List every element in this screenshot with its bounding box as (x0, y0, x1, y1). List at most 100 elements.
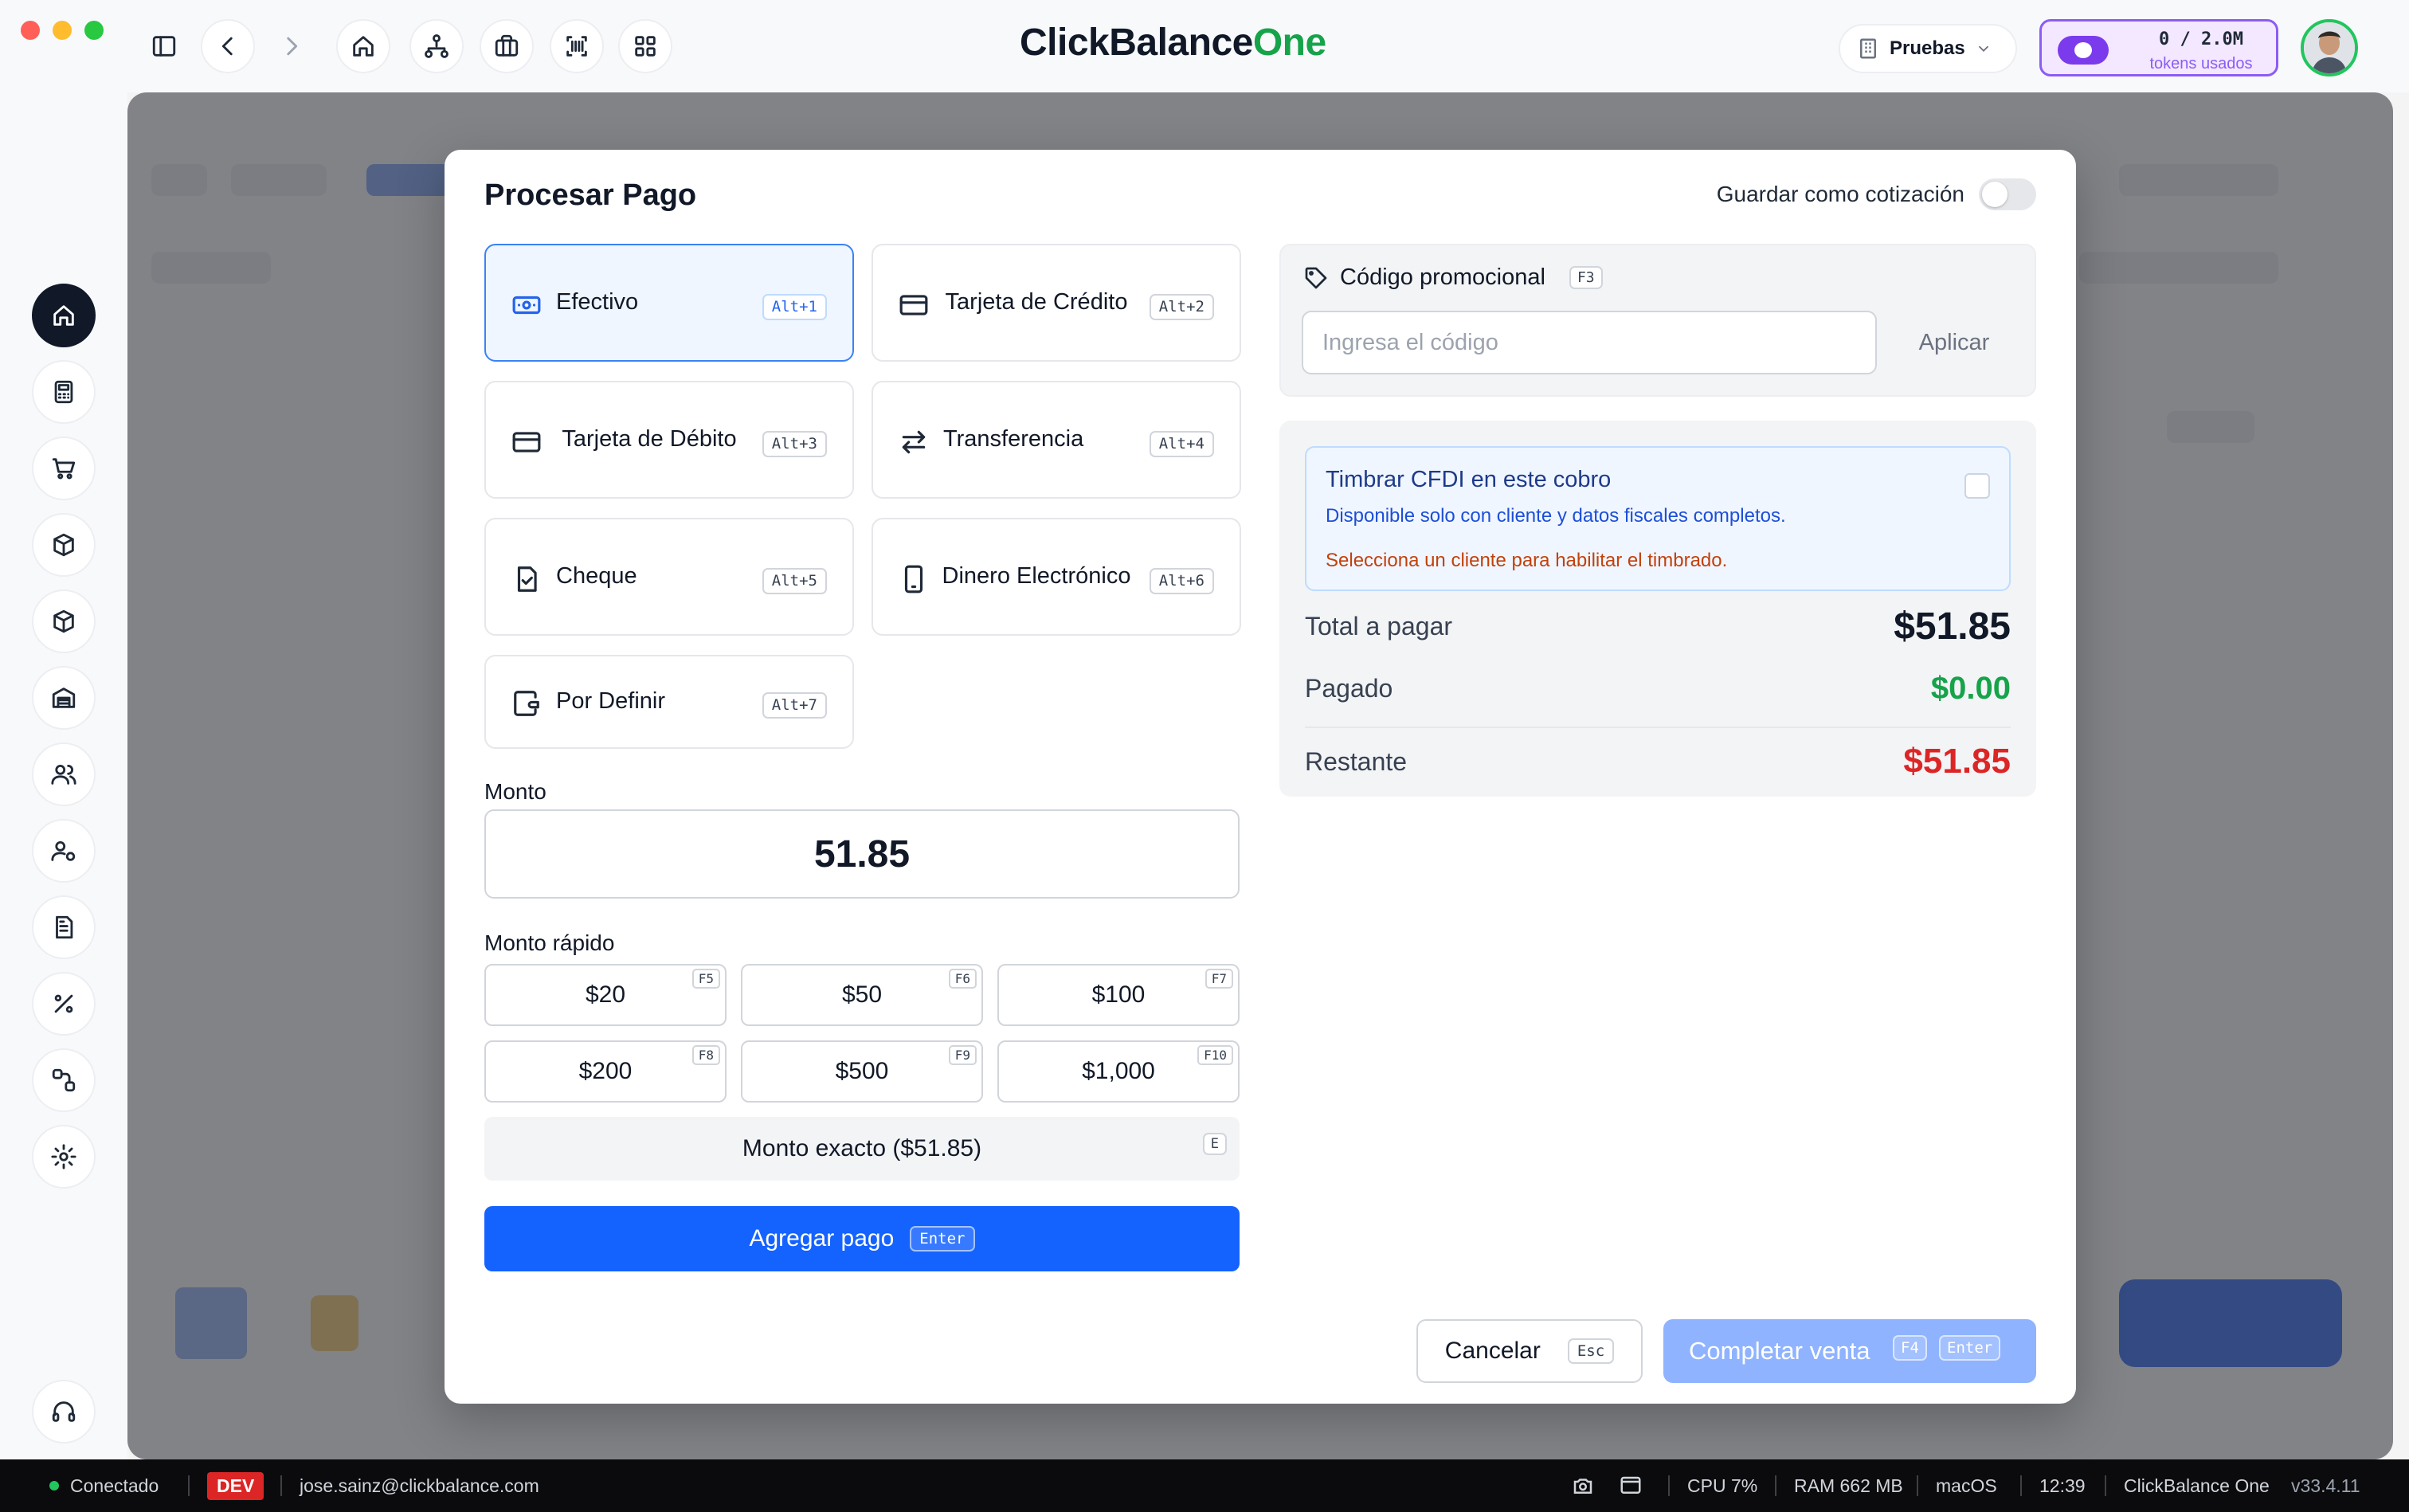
promo-code-panel: Código promocional F3 Aplicar (1279, 244, 2036, 397)
cfdi-warning: Selecciona un cliente para habilitar el … (1326, 550, 1728, 571)
sidebar-item-customers[interactable] (32, 742, 96, 806)
shortcut-badge: Alt+7 (762, 692, 827, 719)
gear-icon (51, 1144, 76, 1169)
cash-icon (511, 290, 542, 320)
tokens-usage-badge[interactable]: 0 / 2.0M tokens usados (2039, 19, 2278, 76)
paid-value: $0.00 (1930, 670, 2011, 706)
exact-amount-button[interactable]: Monto exacto ($51.85) E (484, 1117, 1240, 1181)
payment-method-label: Cheque (556, 563, 637, 590)
minimize-window-button[interactable] (53, 21, 72, 40)
sidebar-item-documents[interactable] (32, 895, 96, 959)
home-button[interactable] (336, 19, 390, 73)
exact-amount-label: Monto exacto ($51.85) (742, 1135, 982, 1161)
connection-label: Conectado (70, 1475, 159, 1496)
payment-method-undefined[interactable]: Por Definir Alt+7 (484, 655, 854, 749)
percent-icon (54, 994, 73, 1013)
quick-amount-value: $1,000 (1082, 1058, 1155, 1084)
status-separator (1775, 1475, 1776, 1496)
briefcase-button[interactable] (480, 19, 534, 73)
user-settings-icon (51, 840, 76, 861)
org-chart-button[interactable] (409, 19, 464, 73)
environment-selector[interactable]: Pruebas (1839, 24, 2017, 73)
payment-method-check[interactable]: Cheque Alt+5 (484, 518, 854, 636)
cart-icon (52, 458, 76, 480)
modal-title: Procesar Pago (484, 178, 697, 212)
sidebar-item-warehouse[interactable] (32, 666, 96, 730)
back-button[interactable] (201, 19, 255, 73)
payment-method-debit-card[interactable]: Tarjeta de Débito Alt+3 (484, 381, 854, 499)
sidebar-item-calculator[interactable] (32, 360, 96, 424)
status-separator (280, 1475, 282, 1496)
user-email: jose.sainz@clickbalance.com (300, 1475, 539, 1496)
quick-amount-value: $100 (1091, 981, 1146, 1008)
payment-method-credit-card[interactable]: Tarjeta de Crédito Alt+2 (872, 244, 1241, 362)
apply-promo-button[interactable]: Aplicar (1886, 311, 2022, 374)
cfdi-option: Timbrar CFDI en este cobro Disponible so… (1305, 446, 2011, 591)
sidebar-item-discounts[interactable] (32, 972, 96, 1036)
shortcut-badge: Alt+4 (1149, 431, 1214, 457)
sidebar-item-cart[interactable] (32, 437, 96, 500)
cancel-label: Cancelar (1444, 1338, 1541, 1364)
close-window-button[interactable] (21, 21, 40, 40)
shortcut-badge: F5 (691, 969, 720, 989)
sidebar-item-workflow[interactable] (32, 1048, 96, 1112)
chevron-down-icon (1978, 45, 1988, 53)
paid-row: Pagado $0.00 (1305, 664, 2011, 712)
workflow-icon (52, 1068, 76, 1092)
shortcut-badge: F7 (1204, 969, 1233, 989)
promo-code-input[interactable] (1302, 311, 1877, 374)
back-icon (221, 37, 233, 56)
cfdi-checkbox[interactable] (1964, 473, 1990, 499)
status-separator (188, 1475, 190, 1496)
environment-label: Pruebas (1890, 37, 1965, 59)
quick-amount-100[interactable]: $100 F7 (997, 964, 1240, 1026)
users-icon (51, 764, 76, 785)
remaining-value: $51.85 (1903, 742, 2011, 781)
payment-method-cash[interactable]: Efectivo Alt+1 (484, 244, 854, 362)
cancel-button[interactable]: Cancelar Esc (1416, 1319, 1643, 1383)
quick-amount-20[interactable]: $20 F5 (484, 964, 727, 1026)
status-separator (1917, 1475, 1918, 1496)
quick-amount-1000[interactable]: $1,000 F10 (997, 1040, 1240, 1103)
sidebar-item-products-edit[interactable] (32, 513, 96, 577)
status-separator (2020, 1475, 2022, 1496)
brand-accent: One (1252, 22, 1326, 64)
forward-button[interactable] (264, 19, 319, 73)
amount-input[interactable]: 51.85 (484, 809, 1240, 899)
user-avatar[interactable] (2301, 19, 2358, 76)
sidebar-toggle-button[interactable] (137, 19, 191, 73)
shortcut-badge: Alt+6 (1149, 568, 1214, 594)
sidebar-item-inventory[interactable] (32, 590, 96, 653)
barcode-scan-button[interactable] (550, 19, 604, 73)
add-payment-button[interactable]: Agregar pago Enter (484, 1206, 1240, 1271)
sidebar-item-user-settings[interactable] (32, 819, 96, 883)
payment-method-transfer[interactable]: Transferencia Alt+4 (872, 381, 1241, 499)
sidebar-item-home[interactable] (32, 284, 96, 347)
summary-divider (1305, 727, 2011, 728)
shortcut-badge: F3 (1569, 265, 1603, 290)
quick-amount-500[interactable]: $500 F9 (741, 1040, 983, 1103)
quick-amount-50[interactable]: $50 F6 (741, 964, 983, 1026)
grid-icon (635, 36, 656, 57)
box-edit-icon (53, 533, 74, 557)
save-quote-label: Guardar como cotización (1716, 182, 1964, 206)
clock: 12:39 (2039, 1475, 2086, 1496)
save-quote-toggle[interactable] (1979, 178, 2036, 210)
apps-grid-button[interactable] (618, 19, 672, 73)
calculator-icon (54, 380, 73, 404)
add-payment-label: Agregar pago (749, 1225, 895, 1252)
sidebar-item-support[interactable] (32, 1380, 96, 1443)
quick-amount-200[interactable]: $200 F8 (484, 1040, 727, 1103)
shortcut-badge: Alt+2 (1149, 294, 1214, 320)
app-version: v33.4.11 (2291, 1475, 2360, 1496)
screenshot-button[interactable] (1571, 1459, 1595, 1512)
sidebar-toggle-icon (152, 36, 176, 57)
payment-method-e-money[interactable]: Dinero Electrónico Alt+6 (872, 518, 1241, 636)
sidebar-item-settings[interactable] (32, 1125, 96, 1189)
display-button[interactable] (1619, 1459, 1643, 1512)
tokens-label: tokens usados (2149, 55, 2253, 72)
complete-sale-button[interactable]: Completar venta F4 Enter (1663, 1319, 2036, 1383)
shortcut-badge: F4 (1893, 1335, 1927, 1361)
process-payment-modal: Procesar Pago Guardar como cotización Ef… (445, 150, 2076, 1404)
maximize-window-button[interactable] (84, 21, 104, 40)
